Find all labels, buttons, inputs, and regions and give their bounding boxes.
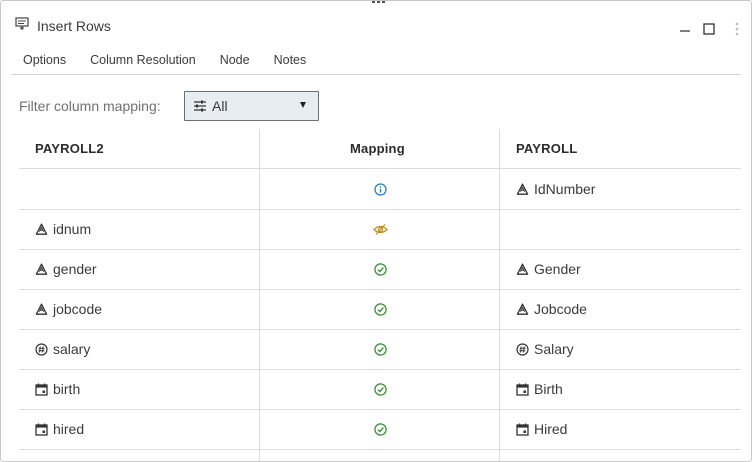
insert-rows-window: Insert Rows Options Column Resolution No… <box>0 0 752 462</box>
character-icon <box>516 263 529 276</box>
check-icon <box>373 302 387 316</box>
source-column-cell: idnum <box>35 209 91 249</box>
target-column-cell-label: Jobcode <box>534 301 587 317</box>
character-icon <box>35 303 48 316</box>
numeric-icon <box>516 342 529 356</box>
more-options-button[interactable] <box>729 21 745 37</box>
table-row[interactable]: gender Gender <box>19 249 741 289</box>
table-row[interactable]: birth Birth <box>19 369 741 409</box>
date-icon <box>516 383 529 396</box>
minimize-button[interactable] <box>677 21 693 37</box>
mapping-status-cell[interactable] <box>260 369 500 409</box>
tab-node[interactable]: Node <box>208 45 262 75</box>
target-column-cell: Gender <box>516 249 581 289</box>
date-icon <box>35 423 48 436</box>
tab-column-resolution[interactable]: Column Resolution <box>78 45 208 75</box>
target-column-cell-label: Birth <box>534 381 563 397</box>
filter-mapping-select[interactable]: All <box>184 91 319 121</box>
filter-lines-icon <box>194 100 206 112</box>
tab-divider <box>11 74 741 75</box>
source-column-cell: salary <box>35 329 90 369</box>
date-icon <box>516 423 529 436</box>
source-column-cell-label: idnum <box>53 221 92 237</box>
check-icon <box>373 382 387 396</box>
source-column-cell: jobcode <box>35 289 102 329</box>
source-column-cell-label: birth <box>53 381 81 397</box>
column-header-source: PAYROLL2 <box>35 141 104 156</box>
mapping-status-cell[interactable] <box>260 329 500 369</box>
row-divider <box>19 449 741 450</box>
target-column-cell: IdNumber <box>516 169 595 209</box>
minimize-icon <box>680 30 690 32</box>
check-icon <box>373 262 387 276</box>
target-column-cell-label: Gender <box>534 261 581 277</box>
info-icon <box>373 182 387 196</box>
character-icon <box>516 183 529 196</box>
window-title: Insert Rows <box>37 18 111 34</box>
table-row[interactable]: salary Salary <box>19 329 741 369</box>
source-column-cell-label: salary <box>53 341 91 357</box>
table-row[interactable]: idnum <box>19 209 741 249</box>
target-column-cell: Salary <box>516 329 574 369</box>
title-bar: Insert Rows <box>1 1 751 45</box>
target-column-cell: Birth <box>516 369 563 409</box>
source-column-cell-label: gender <box>53 261 97 277</box>
mapping-status-cell[interactable] <box>260 209 500 249</box>
mapping-status-cell[interactable] <box>260 289 500 329</box>
target-column-cell: Jobcode <box>516 289 587 329</box>
source-column-cell: gender <box>35 249 97 289</box>
target-column-cell-label: IdNumber <box>534 181 596 197</box>
tab-options[interactable]: Options <box>11 45 78 75</box>
table-row[interactable]: jobcode Jobcode <box>19 289 741 329</box>
table-row[interactable]: IdNumber <box>19 169 741 209</box>
date-icon <box>35 383 48 396</box>
hidden-icon <box>372 223 388 236</box>
mapping-status-cell[interactable] <box>260 249 500 289</box>
source-column-cell-label: hired <box>53 421 85 437</box>
source-column-cell: hired <box>35 409 84 449</box>
column-header-target: PAYROLL <box>516 141 578 156</box>
target-column-cell-label: Salary <box>534 341 574 357</box>
filter-selected-value: All <box>212 98 228 114</box>
check-icon <box>373 342 387 356</box>
character-icon <box>35 263 48 276</box>
source-column-cell: birth <box>35 369 80 409</box>
tab-notes[interactable]: Notes <box>262 45 319 75</box>
chevron-down-icon <box>300 102 306 108</box>
target-column-cell: Hired <box>516 409 567 449</box>
more-vertical-icon <box>735 22 739 36</box>
target-column-cell-label: Hired <box>534 421 568 437</box>
filter-label: Filter column mapping: <box>19 98 161 114</box>
maximize-icon <box>703 23 715 35</box>
check-icon <box>373 422 387 436</box>
character-icon <box>516 303 529 316</box>
mapping-status-cell[interactable] <box>260 169 500 209</box>
column-header-mapping: Mapping <box>350 141 405 156</box>
character-icon <box>35 223 48 236</box>
maximize-button[interactable] <box>701 21 717 37</box>
table-row[interactable]: hired Hired <box>19 409 741 449</box>
source-column-cell-label: jobcode <box>53 301 103 317</box>
column-mapping-table: PAYROLL2 Mapping PAYROLL IdNumber idnum ge… <box>19 129 741 461</box>
tab-bar: Options Column Resolution Node Notes <box>11 45 318 75</box>
numeric-icon <box>35 342 48 356</box>
mapping-status-cell[interactable] <box>260 409 500 449</box>
insert-rows-icon <box>15 17 29 30</box>
